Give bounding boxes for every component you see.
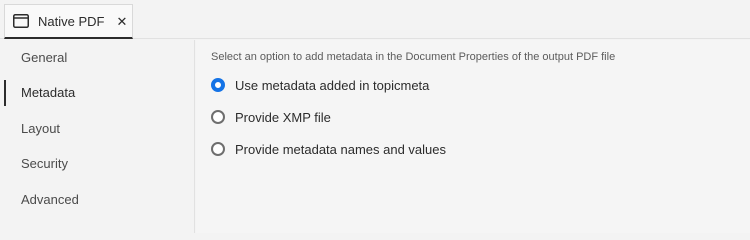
radio-button-selected[interactable] [211, 78, 225, 92]
sidebar-item-general[interactable]: General [4, 42, 190, 72]
sidebar-nav: General Metadata Layout Security Advance… [0, 40, 195, 233]
window-icon [13, 14, 29, 28]
metadata-hint: Select an option to add metadata in the … [211, 51, 616, 63]
sidebar-item-layout[interactable]: Layout [4, 113, 190, 143]
sidebar-item-security[interactable]: Security [4, 148, 190, 178]
option-label: Provide metadata names and values [235, 141, 447, 157]
radio-button[interactable] [211, 142, 225, 156]
close-icon[interactable]: ✕ [116, 15, 127, 28]
option-label: Use metadata added in topicmeta [235, 77, 430, 93]
option-label: Provide XMP file [235, 109, 331, 125]
tab-label: Native PDF [38, 13, 105, 29]
radio-button[interactable] [211, 110, 225, 124]
metadata-panel: Select an option to add metadata in the … [196, 40, 750, 233]
option-xmp-file[interactable]: Provide XMP file [211, 107, 331, 127]
tab-native-pdf[interactable]: Native PDF ✕ [4, 4, 133, 39]
tab-bar: Native PDF ✕ [0, 0, 750, 39]
sidebar-item-advanced[interactable]: Advanced [4, 184, 190, 214]
sidebar-item-metadata[interactable]: Metadata [4, 77, 190, 107]
option-topicmeta[interactable]: Use metadata added in topicmeta [211, 75, 429, 95]
option-names-values[interactable]: Provide metadata names and values [211, 139, 446, 159]
